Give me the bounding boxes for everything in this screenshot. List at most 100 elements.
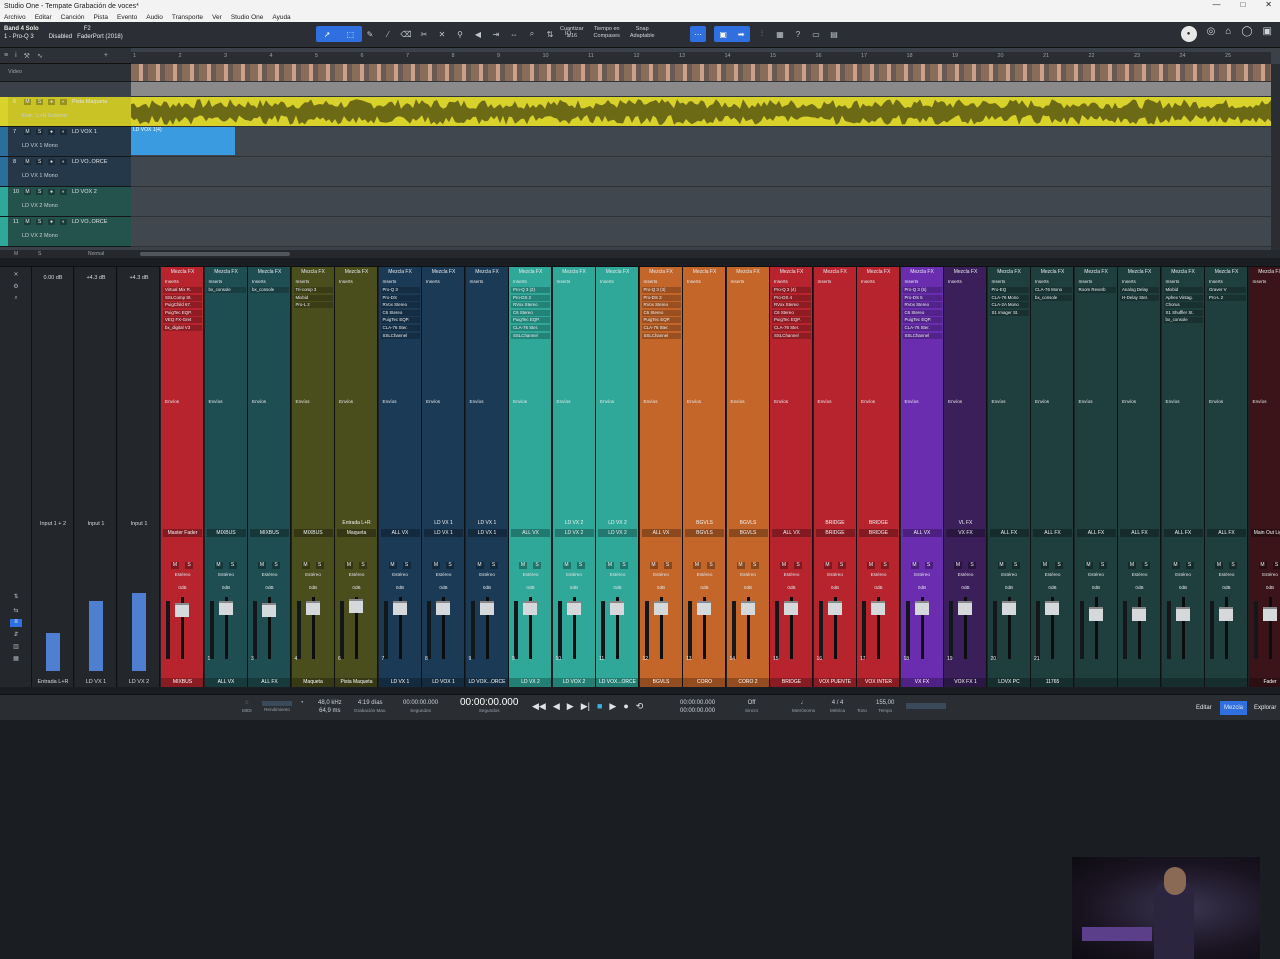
insert-slot[interactable]: bx_console bbox=[207, 287, 246, 293]
mixer-channel-strip[interactable]: Mezcla FXInsertsEnvíosLD VX 2LD VX 2MSEs… bbox=[596, 267, 639, 687]
channel-mute-button[interactable]: M bbox=[824, 562, 832, 569]
channel-output[interactable]: ALL VX bbox=[381, 529, 420, 537]
mixer-channel-strip[interactable]: Mezcla FXInsertsPro-Q 3 (2)Pro-DS 2RVox … bbox=[509, 267, 552, 687]
channel-mode[interactable]: Estéreo bbox=[161, 572, 204, 577]
split-icon[interactable]: ✂ bbox=[418, 26, 430, 42]
track-name[interactable]: LD VO..ORCE bbox=[72, 159, 107, 165]
inserts-label[interactable]: Inserts bbox=[596, 279, 639, 286]
insert-slot[interactable]: C6 Stereo bbox=[642, 310, 681, 316]
insert-slot[interactable]: SSLChannel bbox=[381, 333, 420, 339]
input-gain[interactable]: 0.00 dB bbox=[32, 275, 74, 281]
channel-fx-header[interactable]: Mezcla FX bbox=[944, 269, 987, 275]
menu-editar[interactable]: Editar bbox=[35, 14, 52, 21]
inserts-label[interactable]: Inserts bbox=[161, 279, 204, 286]
track-name[interactable]: LD VOX 1 bbox=[72, 129, 97, 135]
channel-solo-button[interactable]: S bbox=[664, 562, 672, 569]
mixer-options-icon[interactable]: ⚙ bbox=[10, 283, 22, 291]
solo-button[interactable]: S bbox=[36, 159, 43, 165]
channel-name[interactable]: LD VOX 1 bbox=[422, 678, 465, 687]
sync-setting[interactable]: OffSincro bbox=[745, 699, 758, 715]
volume-fader[interactable] bbox=[828, 601, 842, 615]
channel-mute-button[interactable]: M bbox=[1128, 562, 1136, 569]
monitor-button[interactable]: ◐ bbox=[60, 99, 67, 105]
track-mode[interactable]: Normal bbox=[88, 251, 104, 257]
mixer-channel-strip[interactable]: Mezcla FXInsertsPro-Q 3 (3)Pro-DS 3RVox … bbox=[640, 267, 683, 687]
mute-button[interactable]: M bbox=[24, 129, 31, 135]
record-arm-button[interactable]: ● bbox=[48, 99, 55, 105]
menu-archivo[interactable]: Archivo bbox=[4, 14, 26, 21]
routing-icon[interactable]: ⇅ bbox=[10, 593, 22, 601]
channel-mute-button[interactable]: M bbox=[780, 562, 788, 569]
channel-name[interactable] bbox=[1075, 678, 1118, 687]
volume-fader[interactable] bbox=[1002, 601, 1016, 615]
channel-mode[interactable]: Estéreo bbox=[379, 572, 422, 577]
channel-input[interactable]: Entrada L+R bbox=[337, 519, 376, 527]
insert-slot[interactable]: C6 Stereo bbox=[381, 310, 420, 316]
channel-fx-header[interactable]: Mezcla FX bbox=[292, 269, 335, 275]
channel-fx-header[interactable]: Mezcla FX bbox=[335, 269, 378, 275]
channel-volume[interactable]: 0dB bbox=[640, 585, 683, 590]
channel-fx-header[interactable]: Mezcla FX bbox=[1162, 269, 1205, 275]
layout-toggle-icon[interactable]: ▥ bbox=[10, 643, 22, 651]
grid-icon[interactable]: ▦ bbox=[774, 26, 786, 42]
channel-output[interactable]: Main Out Light bbox=[1251, 529, 1280, 537]
loop-locators[interactable]: 00:00:00.00000:00:00.000 bbox=[680, 699, 715, 715]
inserts-label[interactable]: Inserts bbox=[379, 279, 422, 286]
volume-fader[interactable] bbox=[654, 601, 668, 615]
inserts-label[interactable]: Inserts bbox=[857, 279, 900, 286]
channel-name[interactable]: LDVX PC bbox=[988, 678, 1031, 687]
channel-volume[interactable]: 0dB bbox=[292, 585, 335, 590]
channel-name[interactable]: LD VOX...ORCE bbox=[466, 678, 509, 687]
channel-name[interactable]: BRIDGE bbox=[770, 678, 813, 687]
channel-fx-header[interactable]: Mezcla FX bbox=[553, 269, 596, 275]
eraser-icon[interactable]: ⌫ bbox=[400, 26, 412, 42]
insert-slot[interactable]: Chorus bbox=[1164, 302, 1203, 308]
mixer-channel-strip[interactable]: Mezcla FXInsertsPro-Q 3 (5)Pro-DS 5RVox … bbox=[901, 267, 944, 687]
mixer-channel-strip[interactable]: Mezcla FXInsertsEnvíosMain Out LightMSEs… bbox=[1249, 267, 1280, 687]
sends-label[interactable]: Envíos bbox=[770, 399, 813, 406]
insert-slot[interactable]: Pro-Q 3 (3) bbox=[642, 287, 681, 293]
mixer-channel-strip[interactable]: Mezcla FXInsertsTri-comp 3MixbidPro-L 2E… bbox=[292, 267, 335, 687]
mixer-channel-strip[interactable]: Mezcla FXInsertsMixbidAphex Vintag.Choru… bbox=[1162, 267, 1205, 687]
channel-solo-button[interactable]: S bbox=[1012, 562, 1020, 569]
channel-volume[interactable]: 0dB bbox=[422, 585, 465, 590]
insert-slot[interactable]: Virtual Mix R. bbox=[163, 287, 202, 293]
mute-button[interactable]: M bbox=[24, 219, 31, 225]
channel-output[interactable]: LD VX 1 bbox=[424, 529, 463, 537]
channel-solo-button[interactable]: S bbox=[185, 562, 193, 569]
channel-solo-button[interactable]: S bbox=[925, 562, 933, 569]
insert-slot[interactable]: RVox Stereo bbox=[381, 302, 420, 308]
pencil-icon[interactable]: ✎ bbox=[364, 26, 376, 42]
channel-name[interactable] bbox=[1205, 678, 1248, 687]
inserts-label[interactable]: Inserts bbox=[901, 279, 944, 286]
insert-slot[interactable]: SSLComp St. bbox=[163, 295, 202, 301]
channel-volume[interactable]: 0dB bbox=[988, 585, 1031, 590]
inserts-label[interactable]: Inserts bbox=[205, 279, 248, 286]
midi-monitor[interactable]: ◌MIDI bbox=[242, 699, 252, 715]
channel-solo-button[interactable]: S bbox=[751, 562, 759, 569]
metronome-toggle[interactable]: ♩Metrónomo bbox=[792, 699, 815, 715]
channel-name[interactable]: 11765 bbox=[1031, 678, 1074, 687]
time-signature[interactable]: 4 / 4Métrica bbox=[830, 699, 845, 715]
insert-slot[interactable]: Aphex Vintag. bbox=[1164, 295, 1203, 301]
sends-label[interactable]: Envíos bbox=[335, 399, 378, 406]
previous-marker-icon[interactable]: ◀◀ bbox=[532, 701, 546, 712]
sends-label[interactable]: Envíos bbox=[1118, 399, 1161, 406]
channel-mute-button[interactable]: M bbox=[476, 562, 484, 569]
channel-output[interactable]: ALL FX bbox=[1077, 529, 1116, 537]
volume-fader[interactable] bbox=[1089, 607, 1103, 621]
mute-button[interactable]: M bbox=[24, 159, 31, 165]
insert-slot[interactable]: CLA-76 Ster. bbox=[772, 325, 811, 331]
sends-label[interactable]: Envíos bbox=[422, 399, 465, 406]
insert-slot[interactable]: Pro-DS 5 bbox=[903, 295, 942, 301]
channel-output[interactable]: BRIDGE bbox=[859, 529, 898, 537]
volume-fader[interactable] bbox=[958, 601, 972, 615]
channel-solo-button[interactable]: S bbox=[968, 562, 976, 569]
mute-button[interactable]: M bbox=[24, 189, 31, 195]
channel-name[interactable]: LD VX 2 bbox=[509, 678, 552, 687]
sends-label[interactable]: Envíos bbox=[1205, 399, 1248, 406]
insert-slot[interactable]: Pro-EQ bbox=[990, 287, 1029, 293]
mixer-channel-strip[interactable]: Mezcla FXInsertsEnvíosBGVLSBGVLSMSEstére… bbox=[683, 267, 726, 687]
sends-label[interactable]: Envíos bbox=[161, 399, 204, 406]
channel-volume[interactable]: 0dB bbox=[1249, 585, 1280, 590]
